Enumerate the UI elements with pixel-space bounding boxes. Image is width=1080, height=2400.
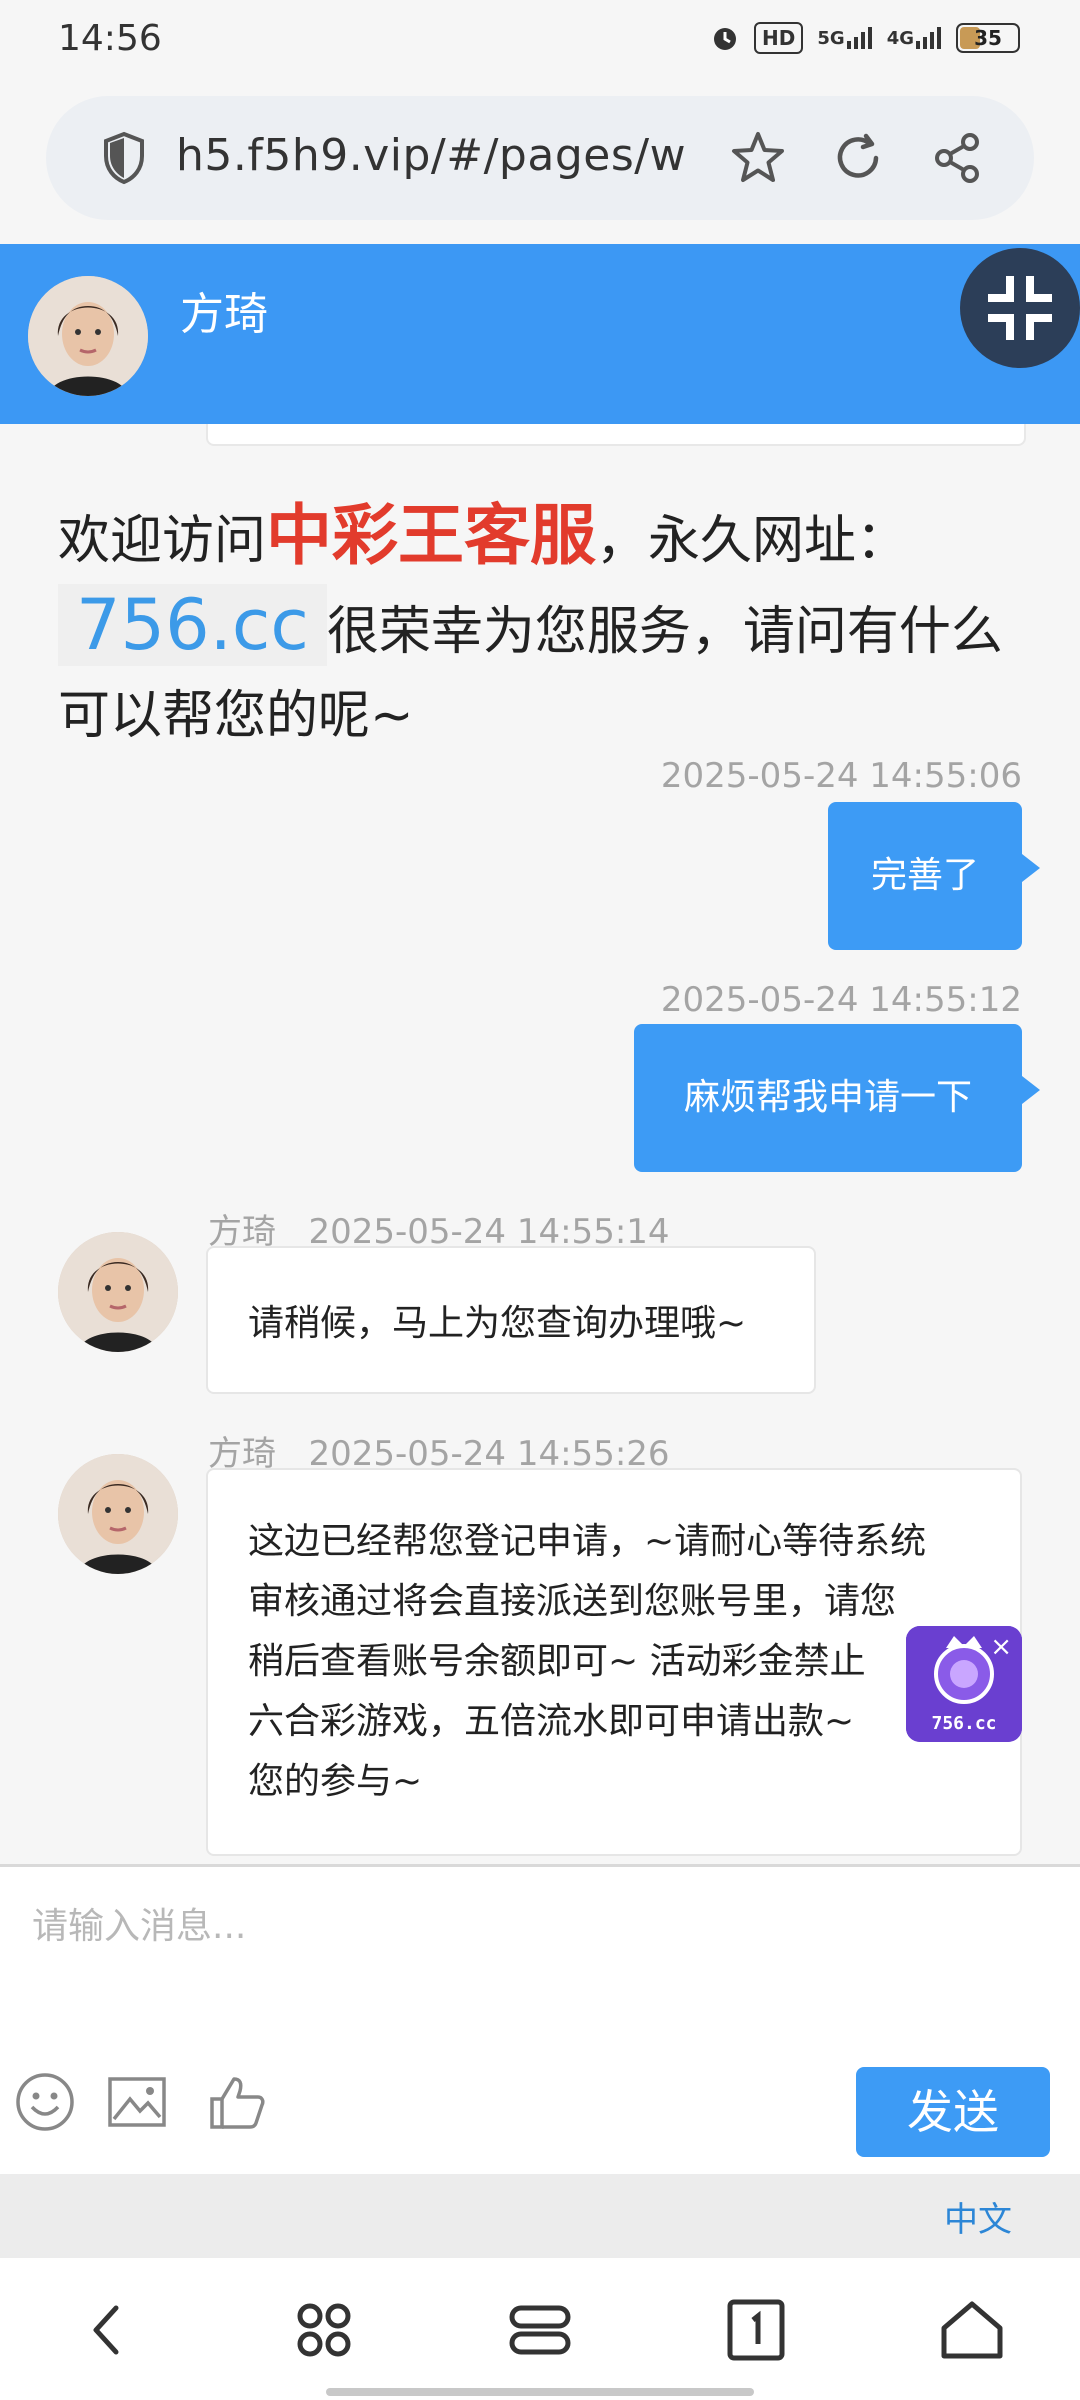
language-bar: 中文 [0,2174,1080,2258]
outgoing-message: 完善了 [828,802,1040,950]
refresh-icon[interactable] [826,126,890,190]
status-time: 14:56 [58,18,162,59]
signal-4g-icon: 4G [887,27,942,49]
url-text[interactable]: h5.f5h9.vip/#/pages/w [176,130,716,181]
emoji-icon[interactable] [14,2071,76,2133]
domain-link[interactable]: 756.cc [58,584,327,666]
message-input[interactable]: 请输入消息... [32,1897,246,1949]
status-icons: HD 5G 4G 35 [710,22,1020,54]
send-button[interactable]: 发送 [856,2067,1050,2157]
status-bar: 14:56 HD 5G 4G 35 [0,0,1080,84]
outgoing-message: 麻烦帮我申请一下 [634,1024,1040,1172]
floating-promo-badge[interactable]: × 756.cc [906,1626,1022,1742]
hd-icon: HD [754,22,804,54]
apps-icon[interactable] [288,2294,360,2366]
agent-avatar [58,1232,178,1352]
previous-message-card [206,424,1026,446]
language-toggle[interactable]: 中文 [944,2192,1012,2241]
chat-header: 方琦 [0,244,1080,424]
star-icon[interactable] [726,126,790,190]
alarm-icon [714,28,737,50]
incoming-message: 这边已经帮您登记申请，~请耐心等待系统 审核通过将会直接派送到您账号里，请您 稍… [206,1468,1022,1856]
message-timestamp: 2025-05-24 14:55:06 [660,756,1022,796]
thumbs-up-icon[interactable] [206,2071,268,2133]
collapse-icon [988,276,1052,340]
shield-icon[interactable] [92,126,156,190]
welcome-message: 欢迎访问中彩王客服，永久网址：756.cc 很荣幸为您服务，请问有什么可以帮您的呢… [58,497,1003,746]
incoming-message: 请稍候，马上为您查询办理哦~ [206,1246,816,1394]
battery-icon: 35 [956,23,1020,53]
signal-5g-icon: 5G [817,27,872,49]
system-nav-bar [0,2258,1080,2400]
back-icon[interactable] [72,2294,144,2366]
badge-label: 756.cc [931,1713,997,1734]
tabs-icon[interactable] [720,2294,792,2366]
address-bar[interactable]: h5.f5h9.vip/#/pages/w [46,96,1034,220]
agent-avatar [28,276,148,396]
home-indicator[interactable] [326,2388,754,2396]
image-icon[interactable] [106,2071,168,2133]
close-icon[interactable]: × [990,1632,1012,1662]
agent-avatar [58,1454,178,1574]
message-composer: 请输入消息... 发送 [0,1864,1080,2177]
home-icon[interactable] [936,2294,1008,2366]
brand-name: 中彩王客服 [266,497,597,574]
share-icon[interactable] [926,126,990,190]
exit-fullscreen-button[interactable] [960,248,1080,368]
agent-name: 方琦 [180,289,268,340]
menu-icon[interactable] [504,2294,576,2366]
battery-level: 35 [974,26,1002,50]
message-timestamp: 2025-05-24 14:55:12 [660,980,1022,1020]
